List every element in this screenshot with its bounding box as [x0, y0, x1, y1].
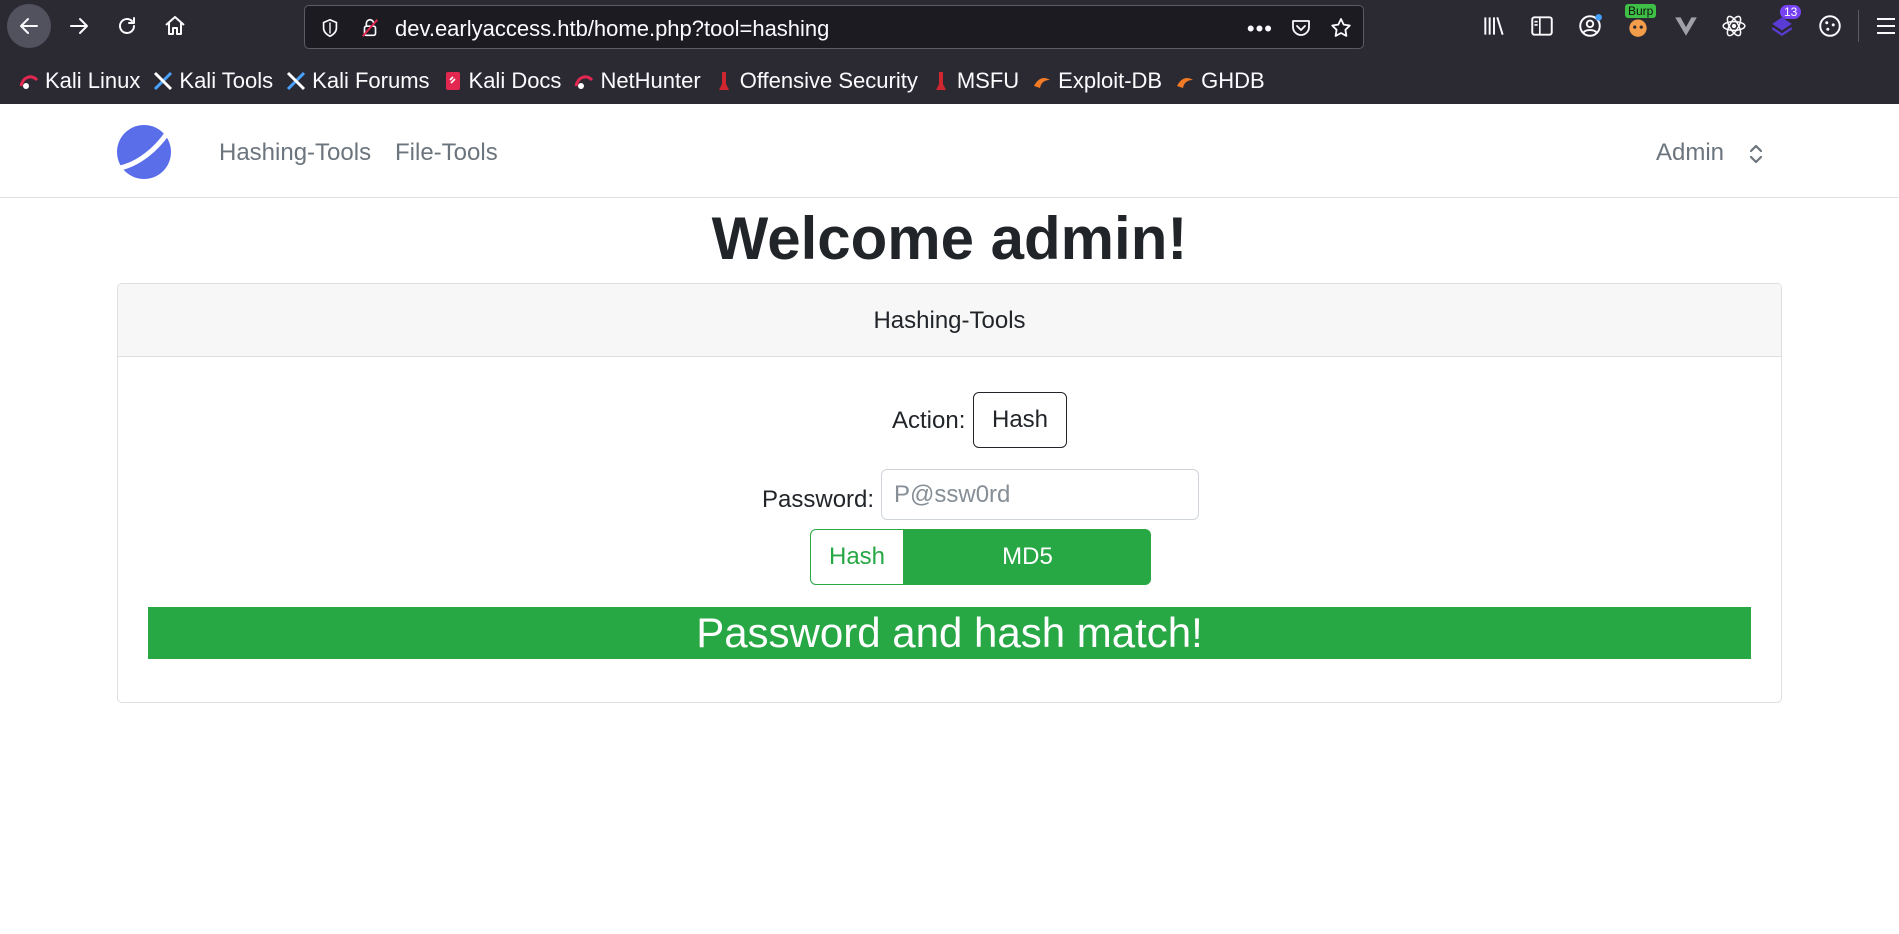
site-logo-icon[interactable]	[116, 124, 172, 180]
react-devtools-icon[interactable]	[1720, 12, 1748, 40]
bookmark-nethunter[interactable]: NetHunter	[573, 68, 701, 94]
url-path: /home.php?tool=hashing	[587, 16, 830, 41]
bookmark-kali-tools[interactable]: Kali Tools	[152, 68, 273, 94]
page-title: Welcome admin!	[711, 205, 1188, 272]
arrow-left-icon	[20, 18, 38, 34]
home-icon	[165, 16, 185, 35]
url-text[interactable]: dev.earlyaccess.htb/home.php?tool=hashin…	[395, 16, 829, 42]
offsec-icon	[718, 72, 729, 90]
vue-devtools-icon[interactable]	[1672, 12, 1700, 40]
password-label: Password:	[762, 486, 875, 513]
offsec-icon	[935, 72, 946, 90]
action-label: Action:	[892, 407, 966, 434]
kali-forums-icon	[287, 71, 306, 91]
site-navbar: Hashing-Tools File-Tools Admin	[0, 104, 1899, 198]
bookmark-star-icon[interactable]	[1329, 16, 1353, 40]
url-host: dev.earlyaccess.htb	[395, 16, 588, 41]
bookmark-offensive-security[interactable]: Offensive Security	[713, 68, 918, 94]
exploitdb-icon	[1177, 78, 1194, 88]
pocket-icon[interactable]	[1289, 16, 1313, 40]
reload-button[interactable]	[105, 4, 149, 48]
hamburger-menu-icon[interactable]	[1875, 14, 1897, 38]
forward-button[interactable]	[57, 4, 101, 48]
exploitdb-icon	[1034, 78, 1051, 88]
chevron-up-down-icon[interactable]	[1746, 141, 1766, 167]
bookmark-kali-forums[interactable]: Kali Forums	[285, 68, 430, 94]
kali-tools-icon	[154, 71, 173, 91]
burp-badge: Burp	[1625, 4, 1657, 18]
address-bar[interactable]: dev.earlyaccess.htb/home.php?tool=hashin…	[304, 5, 1364, 49]
sidebar-icon[interactable]	[1528, 12, 1556, 40]
bookmark-ghdb[interactable]: GHDB	[1174, 68, 1265, 94]
home-button[interactable]	[153, 4, 197, 48]
extension-count-badge: 13	[1780, 5, 1802, 19]
bookmarks-bar: Kali Linux Kali Tools Kali Forums Kali D…	[0, 62, 1899, 100]
account-icon[interactable]	[1576, 12, 1604, 40]
result-alert: Password and hash match!	[148, 607, 1751, 659]
insecure-lock-icon[interactable]	[359, 17, 381, 39]
kali-docs-icon	[445, 72, 460, 90]
tracking-shield-icon[interactable]	[319, 17, 341, 39]
bookmark-exploit-db[interactable]: Exploit-DB	[1031, 68, 1162, 94]
bookmark-kali-linux[interactable]: Kali Linux	[18, 68, 140, 94]
bookmark-msfu[interactable]: MSFU	[930, 68, 1019, 94]
hash-button-group: Hash MD5	[810, 529, 1151, 585]
kali-dragon-icon	[574, 75, 594, 89]
nav-file-tools[interactable]: File-Tools	[395, 139, 498, 167]
library-icon[interactable]	[1480, 12, 1508, 40]
hash-submit-button[interactable]: Hash	[810, 529, 904, 585]
browser-toolbar: dev.earlyaccess.htb/home.php?tool=hashin…	[0, 0, 1899, 52]
algorithm-select[interactable]: MD5	[904, 529, 1151, 585]
reload-icon	[119, 17, 135, 34]
toolbar-separator	[1858, 10, 1859, 42]
web-page: Hashing-Tools File-Tools Admin Welcome a…	[0, 104, 1899, 934]
page-actions-menu[interactable]: •••	[1247, 16, 1273, 42]
back-button[interactable]	[7, 4, 51, 48]
hashing-tools-card: Hashing-Tools Action: Hash Password: Has…	[117, 283, 1782, 703]
kali-dragon-icon	[19, 75, 39, 89]
password-input[interactable]	[881, 469, 1199, 520]
card-header: Hashing-Tools	[118, 284, 1781, 357]
action-select[interactable]: Hash	[973, 392, 1067, 448]
arrow-right-icon	[70, 18, 88, 34]
nav-hashing-tools[interactable]: Hashing-Tools	[219, 139, 371, 167]
bookmark-kali-docs[interactable]: Kali Docs	[442, 68, 561, 94]
cookie-editor-icon[interactable]	[1816, 12, 1844, 40]
admin-dropdown[interactable]: Admin	[1656, 139, 1724, 167]
